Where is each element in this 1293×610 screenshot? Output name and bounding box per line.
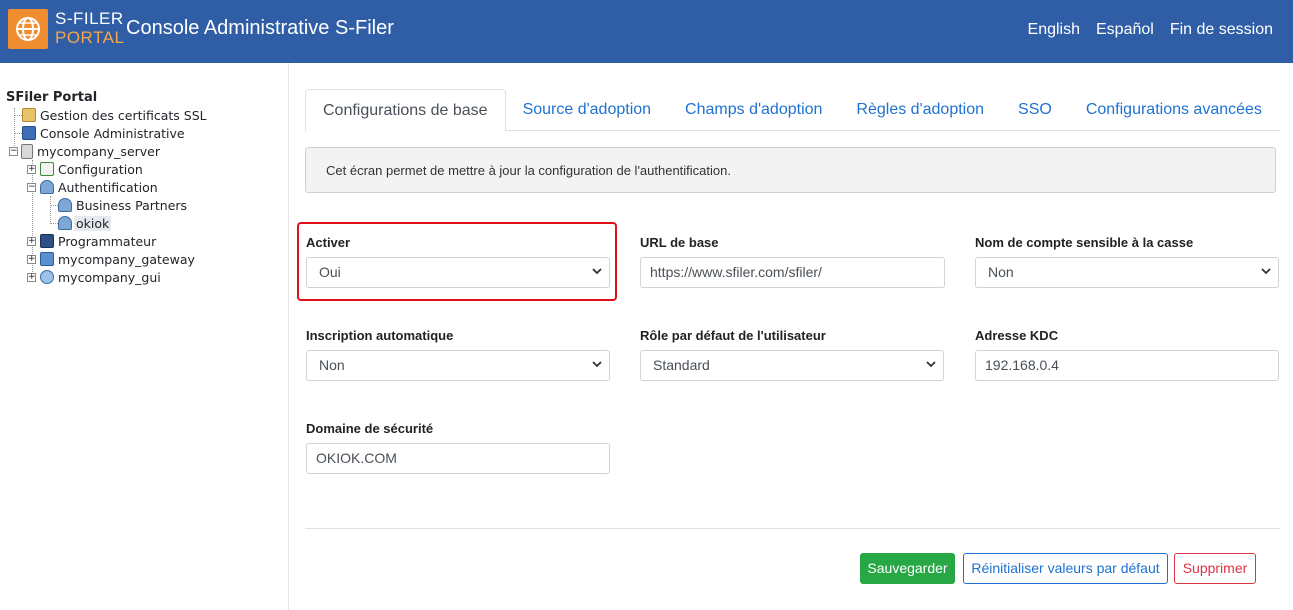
tree-item-label: Business Partners: [76, 197, 188, 213]
default-role-value: Standard: [653, 357, 710, 373]
auto-inscription-select[interactable]: Non: [306, 350, 610, 381]
tree-item-label: Console Administrative: [40, 125, 185, 141]
save-button[interactable]: Sauvegarder: [860, 553, 955, 584]
tree-item-business-partners[interactable]: Business Partners: [58, 196, 189, 214]
label-auto-inscription: Inscription automatique: [306, 328, 454, 343]
delete-button[interactable]: Supprimer: [1174, 553, 1256, 584]
case-sensitive-value: Non: [988, 264, 1014, 280]
tree-item-mycompany-gateway[interactable]: mycompany_gateway: [40, 250, 197, 268]
tree-item-label: okiok: [74, 215, 112, 231]
chevron-down-icon: [926, 361, 936, 368]
reset-defaults-button[interactable]: Réinitialiser valeurs par défaut: [963, 553, 1168, 584]
tree-root-label: SFiler Portal: [6, 90, 98, 105]
gear-icon: [22, 126, 36, 140]
tab-adoption-rules[interactable]: Règles d'adoption: [839, 89, 1001, 131]
brand-line1: S-FILER: [55, 9, 124, 28]
tab-base-config[interactable]: Configurations de base: [305, 89, 506, 132]
activer-select[interactable]: Oui: [306, 257, 610, 288]
tree-item-label: mycompany_gateway: [58, 251, 195, 267]
form-divider: [305, 528, 1280, 529]
tree-item-ssl-certificates[interactable]: Gestion des certificats SSL: [22, 106, 209, 124]
tree-item-authentication[interactable]: Authentification: [40, 178, 160, 196]
security-domain-input[interactable]: OKIOK.COM: [306, 443, 610, 474]
checklist-icon: [40, 162, 54, 176]
base-url-input[interactable]: https://www.sfiler.com/sfiler/: [640, 257, 945, 288]
default-role-select[interactable]: Standard: [640, 350, 944, 381]
kdc-input[interactable]: 192.168.0.4: [975, 350, 1279, 381]
certificate-icon: [22, 108, 36, 122]
globe-search-icon: [40, 270, 54, 284]
brand-line2: PORTAL: [55, 28, 125, 47]
sidebar-tree: SFiler Portal Gestion des certificats SS…: [0, 63, 289, 610]
nav-logout-link[interactable]: Fin de session: [1170, 21, 1273, 39]
tree-item-label: Gestion des certificats SSL: [40, 107, 207, 123]
case-sensitive-select[interactable]: Non: [975, 257, 1279, 288]
expand-toggle-scheduler[interactable]: +: [27, 237, 36, 246]
clock-icon: [40, 234, 54, 248]
top-header: S-FILER PORTAL Console Administrative S-…: [0, 0, 1293, 63]
main-content: Configurations de base Source d'adoption…: [290, 63, 1293, 610]
label-activer: Activer: [306, 235, 351, 250]
label-default-role: Rôle par défaut de l'utilisateur: [640, 328, 826, 343]
users-icon: [58, 198, 72, 212]
header-nav: English Español Fin de session: [1028, 21, 1273, 39]
globe-logo-icon: [8, 9, 48, 49]
tree-item-mycompany-gui[interactable]: mycompany_gui: [40, 268, 163, 286]
chevron-down-icon: [1261, 268, 1271, 275]
tab-sso[interactable]: SSO: [1001, 89, 1069, 131]
tree-item-label: mycompany_server: [37, 143, 161, 159]
tree-item-okiok[interactable]: okiok: [58, 214, 112, 232]
network-icon: [40, 252, 54, 266]
tree-item-configuration[interactable]: Configuration: [40, 160, 145, 178]
label-kdc: Adresse KDC: [975, 328, 1059, 343]
chevron-down-icon: [592, 268, 602, 275]
chevron-down-icon: [592, 361, 602, 368]
expand-toggle-gui[interactable]: +: [27, 273, 36, 282]
tree-item-admin-console[interactable]: Console Administrative: [22, 124, 187, 142]
tree-item-scheduler[interactable]: Programmateur: [40, 232, 158, 250]
expand-toggle-authentication[interactable]: −: [27, 183, 36, 192]
tree-item-label: Configuration: [58, 161, 143, 177]
server-icon: [21, 143, 33, 159]
tree-item-label: Authentification: [58, 179, 158, 195]
app-title: Console Administrative S-Filer: [126, 17, 394, 39]
tab-adoption-source[interactable]: Source d'adoption: [506, 89, 668, 131]
expand-toggle-gateway[interactable]: +: [27, 255, 36, 264]
users-icon: [40, 180, 54, 194]
brand-wordmark: S-FILER PORTAL: [55, 9, 124, 47]
tree-item-label: mycompany_gui: [58, 269, 161, 285]
label-base-url: URL de base: [640, 235, 719, 250]
info-banner: Cet écran permet de mettre à jour la con…: [305, 147, 1276, 193]
auto-inscription-value: Non: [319, 357, 345, 373]
nav-espanol-link[interactable]: Español: [1096, 21, 1154, 39]
expand-toggle-configuration[interactable]: +: [27, 165, 36, 174]
users-icon: [58, 216, 72, 230]
tab-bar: Configurations de base Source d'adoption…: [305, 89, 1280, 132]
tab-advanced-config[interactable]: Configurations avancées: [1069, 89, 1279, 131]
tab-adoption-fields[interactable]: Champs d'adoption: [668, 89, 839, 131]
nav-english-link[interactable]: English: [1028, 21, 1080, 39]
tree-item-mycompany-server[interactable]: mycompany_server: [21, 142, 162, 160]
label-case-sensitive: Nom de compte sensible à la casse: [975, 235, 1194, 250]
label-security-domain: Domaine de sécurité: [306, 421, 434, 436]
tree-item-label: Programmateur: [58, 233, 157, 249]
activer-value: Oui: [319, 264, 341, 280]
expand-toggle-server[interactable]: −: [9, 147, 18, 156]
